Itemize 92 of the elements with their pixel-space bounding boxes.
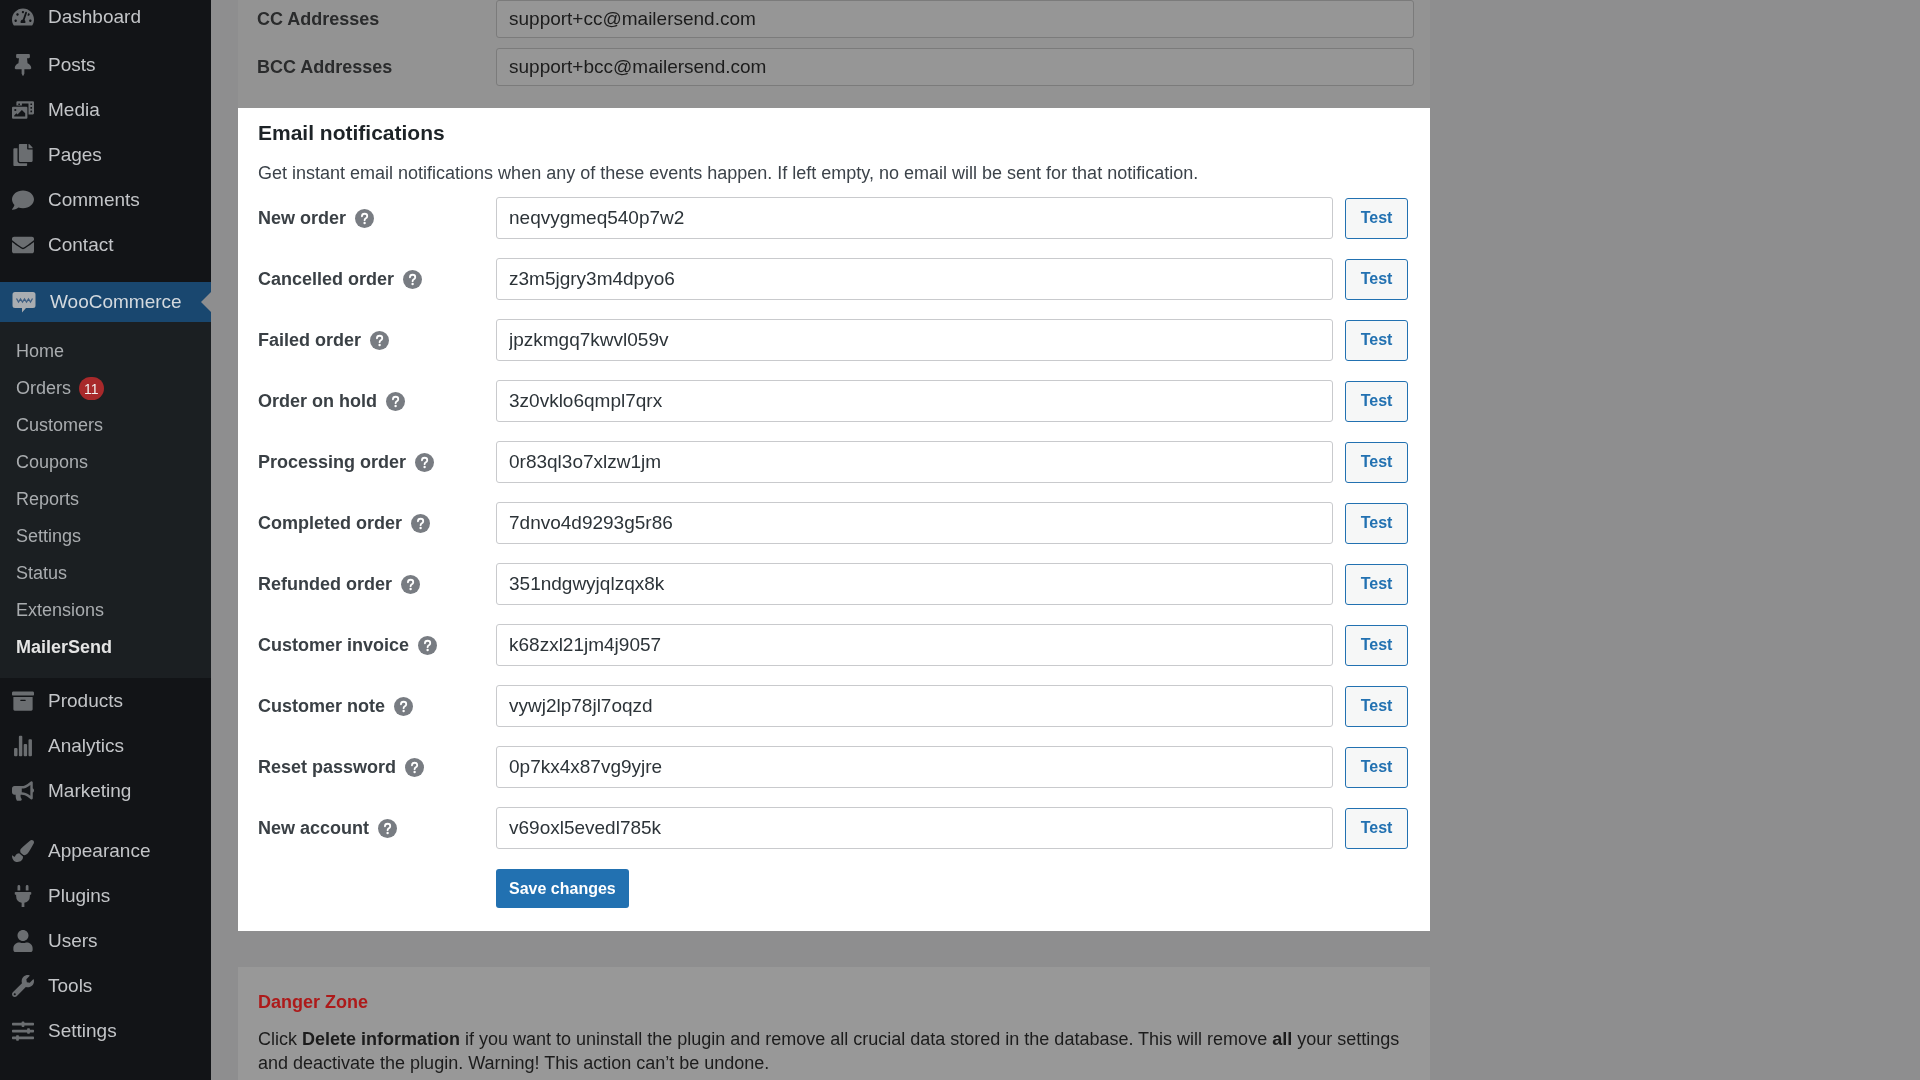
menu-item[interactable]: Users bbox=[0, 918, 211, 963]
test-button[interactable]: Test bbox=[1345, 502, 1408, 544]
field-label: Reset password bbox=[258, 756, 397, 778]
menu-item[interactable]: Dashboard bbox=[0, 0, 211, 34]
wrench-icon bbox=[12, 974, 34, 997]
input-field[interactable]: support+cc@mailersend.com bbox=[496, 0, 1414, 38]
menu-item[interactable]: Posts bbox=[0, 42, 211, 87]
help-icon[interactable] bbox=[411, 513, 431, 533]
menu-item[interactable]: Tools bbox=[0, 963, 211, 1008]
plug-icon bbox=[12, 884, 34, 907]
field-label: Customer invoice bbox=[258, 634, 410, 656]
test-button[interactable]: Test bbox=[1345, 563, 1408, 605]
submenu-item[interactable]: Orders 11 bbox=[0, 370, 211, 407]
help-icon[interactable] bbox=[418, 635, 438, 655]
megaphone-icon bbox=[12, 779, 34, 802]
count-badge: 11 bbox=[79, 377, 104, 400]
danger-zone-title: Danger Zone bbox=[258, 991, 368, 1013]
input-field[interactable]: z3m5jgry3m4dpyo6 bbox=[496, 258, 1333, 300]
help-icon[interactable] bbox=[355, 208, 375, 228]
input-field[interactable]: 7dnvo4d9293g5r86 bbox=[496, 502, 1333, 544]
submenu-item[interactable]: Coupons bbox=[0, 444, 211, 481]
field-label: BCC Addresses bbox=[257, 56, 394, 78]
field-label: New account bbox=[258, 817, 370, 839]
documents-icon bbox=[12, 143, 34, 166]
sliders-icon bbox=[12, 1019, 34, 1042]
field-label: Cancelled order bbox=[258, 268, 395, 290]
test-button[interactable]: Test bbox=[1345, 624, 1408, 666]
help-icon[interactable] bbox=[378, 818, 398, 838]
paintbrush-icon bbox=[12, 839, 34, 862]
speech-bubble-logo-icon bbox=[12, 291, 36, 313]
bar-chart-icon bbox=[12, 734, 34, 757]
input-field[interactable]: 0p7kx4x87vg9yjre bbox=[496, 746, 1333, 788]
test-button[interactable]: Test bbox=[1345, 441, 1408, 483]
submenu-item[interactable]: MailerSend bbox=[0, 629, 211, 666]
input-field[interactable]: vywj2lp78jl7oqzd bbox=[496, 685, 1333, 727]
field-label: New order bbox=[258, 207, 347, 229]
input-field[interactable]: 351ndgwyjqlzqx8k bbox=[496, 563, 1333, 605]
test-button[interactable]: Test bbox=[1345, 258, 1408, 300]
field-label: Order on hold bbox=[258, 390, 377, 412]
field-label: Failed order bbox=[258, 329, 362, 351]
submenu-item[interactable]: Settings bbox=[0, 518, 211, 555]
submenu-item[interactable]: Status bbox=[0, 555, 211, 592]
menu-item[interactable]: Plugins bbox=[0, 873, 211, 918]
person-icon bbox=[12, 929, 34, 952]
save-button[interactable]: Save changes bbox=[496, 869, 629, 908]
gauge-icon bbox=[12, 6, 34, 28]
submenu-item[interactable]: Customers bbox=[0, 407, 211, 444]
input-field[interactable]: neqvygmeq540p7w2 bbox=[496, 197, 1333, 239]
menu-item[interactable]: Marketing bbox=[0, 768, 211, 813]
speech-bubble-icon bbox=[12, 188, 34, 211]
menu-item[interactable]: Appearance bbox=[0, 828, 211, 873]
field-label: CC Addresses bbox=[257, 8, 381, 30]
test-button[interactable]: Test bbox=[1345, 746, 1408, 788]
help-icon[interactable] bbox=[401, 574, 420, 594]
help-icon[interactable] bbox=[405, 757, 425, 777]
test-button[interactable]: Test bbox=[1345, 685, 1408, 727]
menu-item[interactable]: Pages bbox=[0, 132, 211, 177]
menu-item[interactable]: Products bbox=[0, 678, 211, 723]
menu-item[interactable]: Analytics bbox=[0, 723, 211, 768]
submenu-item[interactable]: Extensions bbox=[0, 592, 211, 629]
help-icon[interactable] bbox=[386, 391, 405, 411]
help-icon[interactable] bbox=[394, 696, 413, 716]
menu-item[interactable]: Contact bbox=[0, 222, 211, 267]
section-description: Get instant email notifications when any of these events happen. If left empty, no email will be sent for that notification. bbox=[258, 162, 1199, 185]
field-label: Completed order bbox=[258, 512, 403, 534]
help-icon[interactable] bbox=[403, 269, 423, 289]
test-button[interactable]: Test bbox=[1345, 197, 1408, 239]
field-label: Refunded order bbox=[258, 573, 392, 595]
menu-item[interactable]: WooCommerce bbox=[0, 282, 211, 322]
input-field[interactable]: 3z0vklo6qmpl7qrx bbox=[496, 380, 1333, 422]
warning-text: Click Delete information if you want to uninstall the plugin and remove all crucial data stored in the database. This will remove all your settings and deactivate the plugin. Warning! This action can’t be undone. bbox=[258, 1028, 1401, 1075]
submenu-item[interactable]: Reports bbox=[0, 481, 211, 518]
menu-item[interactable]: Media bbox=[0, 87, 211, 132]
input-field[interactable]: v69oxl5evedl785k bbox=[496, 807, 1333, 849]
input-field[interactable]: 0r83ql3o7xlzw1jm bbox=[496, 441, 1333, 483]
input-field[interactable]: k68zxl21jm4j9057 bbox=[496, 624, 1333, 666]
submenu-item[interactable]: Home bbox=[0, 333, 211, 370]
test-button[interactable]: Test bbox=[1345, 319, 1408, 361]
test-button[interactable]: Test bbox=[1345, 807, 1408, 849]
test-button[interactable]: Test bbox=[1345, 380, 1408, 422]
pushpin-icon bbox=[12, 53, 34, 76]
archive-box-icon bbox=[12, 689, 34, 712]
menu-item[interactable]: Settings bbox=[0, 1008, 211, 1053]
input-field[interactable]: jpzkmgq7kwvl059v bbox=[496, 319, 1333, 361]
help-icon[interactable] bbox=[415, 452, 435, 472]
field-label: Customer note bbox=[258, 695, 385, 717]
field-label: Processing order bbox=[258, 451, 407, 473]
help-icon[interactable] bbox=[370, 330, 390, 350]
section-title: Email notifications bbox=[258, 120, 445, 146]
photo-video-icon bbox=[12, 98, 34, 121]
input-field[interactable]: support+bcc@mailersend.com bbox=[496, 48, 1414, 86]
menu-item[interactable]: Comments bbox=[0, 177, 211, 222]
